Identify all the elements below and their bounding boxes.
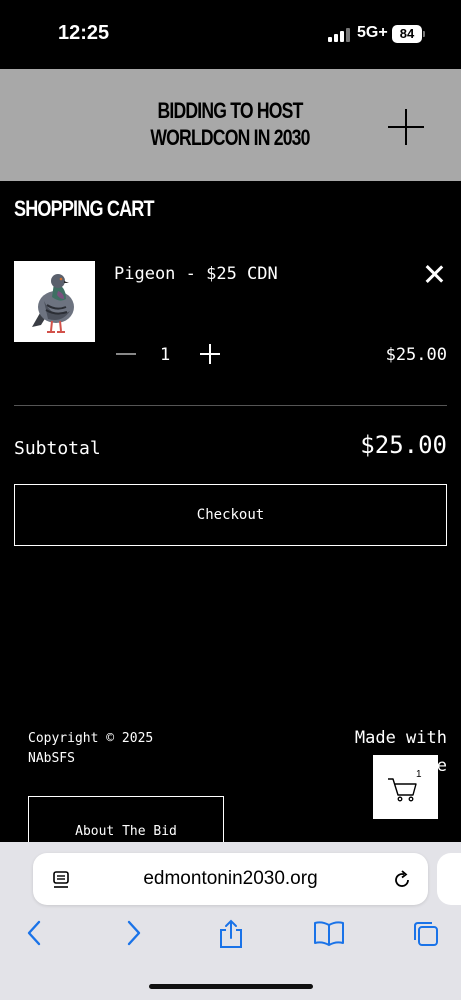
signal-icon <box>328 28 352 42</box>
remove-item-close-icon[interactable] <box>424 264 444 284</box>
bookmarks-icon[interactable] <box>313 919 345 947</box>
network-type: 5G+ <box>357 24 388 41</box>
status-bar: 12:25 5G+ 84 <box>0 0 461 69</box>
cart-count-badge: 1 <box>416 769 422 780</box>
home-indicator <box>149 984 313 989</box>
pigeon-image[interactable] <box>14 261 95 342</box>
checkout-button[interactable]: Checkout <box>14 484 447 546</box>
subtotal-label: Subtotal <box>14 438 101 459</box>
cart-heading: SHOPPING CART <box>14 196 155 221</box>
quantity-decrease-button[interactable] <box>116 344 136 364</box>
copyright-text: Copyright © 2025 NAbSFS <box>28 729 228 769</box>
address-bar[interactable]: edmontonin2030.org <box>33 853 428 905</box>
floating-cart-button[interactable]: 1 <box>373 755 438 819</box>
share-icon[interactable] <box>217 919 245 949</box>
site-header: BIDDING TO HOST WORLDCON IN 2030 <box>0 69 461 181</box>
browser-toolbar: edmontonin2030.org <box>0 842 461 1000</box>
subtotal-value: $25.00 <box>360 431 447 459</box>
quantity-value: 1 <box>160 345 171 365</box>
site-title[interactable]: BIDDING TO HOST WORLDCON IN 2030 <box>118 97 342 151</box>
cart-icon <box>388 778 417 802</box>
back-icon[interactable] <box>24 919 46 947</box>
url-text[interactable]: edmontonin2030.org <box>33 853 428 905</box>
tabs-icon[interactable] <box>411 919 441 949</box>
quantity-increase-button[interactable] <box>200 344 220 364</box>
copyright-owner: NAbSFS <box>28 751 75 766</box>
plus-icon[interactable] <box>388 109 424 145</box>
status-time: 12:25 <box>58 22 110 44</box>
battery-icon: 84 <box>392 25 422 43</box>
next-tab-preview[interactable] <box>437 853 461 905</box>
cart-item-price: $25.00 <box>385 345 447 365</box>
reload-icon[interactable] <box>391 869 413 891</box>
cart-item-name[interactable]: Pigeon - $25 CDN <box>114 264 278 284</box>
cart-divider <box>14 405 447 406</box>
copyright-line: Copyright © 2025 <box>28 731 154 746</box>
battery-tip <box>423 31 425 37</box>
made-with-line: Made with <box>354 728 447 748</box>
forward-icon[interactable] <box>122 919 144 947</box>
